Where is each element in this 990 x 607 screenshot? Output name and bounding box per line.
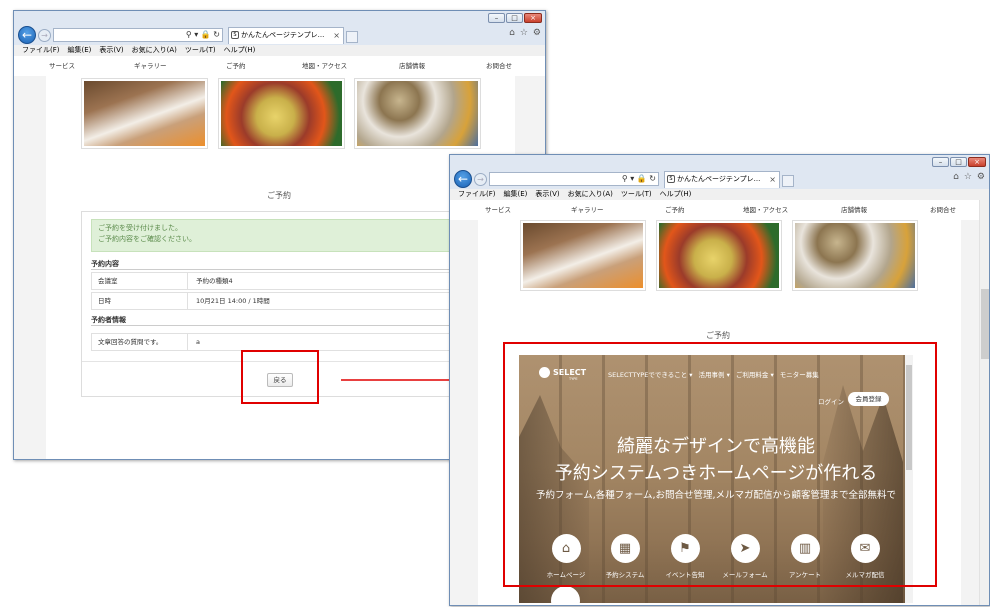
tab-close-icon[interactable]: × xyxy=(769,172,776,187)
page-side-margin-left xyxy=(14,76,46,459)
gallery-photo-cake[interactable] xyxy=(81,78,208,149)
address-tools-icon[interactable]: ⚲ ▾ 🔒 ↻ xyxy=(186,29,220,41)
address-bar[interactable]: ⚲ ▾ 🔒 ↻ xyxy=(53,28,223,42)
maximize-button[interactable]: □ xyxy=(506,13,523,23)
gallery-photo-cake[interactable] xyxy=(520,220,646,291)
site-nav: サービス ギャラリー ご予約 地図・アクセス 店舗情報 お問合せ xyxy=(14,56,545,76)
back-arrow-icon[interactable]: ← xyxy=(454,170,472,188)
row-value: 予約の種類4 xyxy=(196,277,233,285)
highlight-box-embedded-page xyxy=(503,342,937,587)
menu-help[interactable]: ヘルプ(H) xyxy=(224,45,256,56)
site-favicon-icon: S xyxy=(231,31,239,39)
table-row: 会議室 予約の種類4 xyxy=(91,272,500,290)
nav-service[interactable]: サービス xyxy=(485,200,511,220)
site-nav: サービス ギャラリー ご予約 地図・アクセス 店舗情報 お問合せ xyxy=(450,200,989,220)
address-tools-icon[interactable]: ⚲ ▾ 🔒 ↻ xyxy=(622,173,656,185)
section-title-reservation: ご予約 xyxy=(706,331,730,340)
home-icon[interactable]: ⌂ xyxy=(509,28,515,38)
page-side-margin-right xyxy=(961,220,979,605)
nav-service[interactable]: サービス xyxy=(49,56,75,76)
table-row: 文章回答の質問です。 a xyxy=(91,333,500,351)
window-controls: – □ × xyxy=(488,13,542,23)
browser-right-tools: ⌂ ☆ ⚙ xyxy=(953,172,985,182)
nav-access[interactable]: 地図・アクセス xyxy=(743,200,788,220)
nav-contact[interactable]: お問合せ xyxy=(930,200,956,220)
home-icon[interactable]: ⌂ xyxy=(953,172,959,182)
menu-favorites[interactable]: お気に入り(A) xyxy=(132,45,177,56)
tab-close-icon[interactable]: × xyxy=(333,28,340,43)
nav-access[interactable]: 地図・アクセス xyxy=(302,56,347,76)
nav-store-info[interactable]: 店舗情報 xyxy=(399,56,425,76)
nav-reservation[interactable]: ご予約 xyxy=(665,200,685,220)
minimize-button[interactable]: – xyxy=(932,157,949,167)
back-arrow-icon[interactable]: ← xyxy=(18,26,36,44)
tab-title: かんたんページテンプレ... xyxy=(677,175,761,183)
forward-arrow-icon[interactable]: → xyxy=(38,29,51,42)
browser-tab[interactable]: S かんたんページテンプレ... × xyxy=(664,171,780,188)
address-bar[interactable]: ⚲ ▾ 🔒 ↻ xyxy=(489,172,659,186)
menu-tools[interactable]: ツール(T) xyxy=(185,45,216,56)
nav-gallery[interactable]: ギャラリー xyxy=(134,56,167,76)
page-scrollbar[interactable] xyxy=(979,200,989,605)
booker-heading: 予約者情報 xyxy=(91,316,126,324)
close-window-button[interactable]: × xyxy=(524,13,542,23)
star-icon[interactable]: ☆ xyxy=(520,28,528,38)
menu-help[interactable]: ヘルプ(H) xyxy=(660,189,692,200)
menu-edit[interactable]: 編集(E) xyxy=(68,45,92,56)
menu-favorites[interactable]: お気に入り(A) xyxy=(568,189,613,200)
menu-tools[interactable]: ツール(T) xyxy=(621,189,652,200)
tab-title: かんたんページテンプレ... xyxy=(241,31,325,39)
row-value: 10月21日 14:00 / 1時間 xyxy=(196,297,270,305)
gallery-photo-soup[interactable] xyxy=(792,220,918,291)
details-heading: 予約内容 xyxy=(91,260,119,268)
nav-reservation[interactable]: ご予約 xyxy=(226,56,246,76)
alert-line-2: ご予約内容をご確認ください。 xyxy=(98,235,196,243)
highlight-box-back-button xyxy=(241,350,319,404)
row-label: 文章回答の質問です。 xyxy=(92,334,188,350)
forward-arrow-icon[interactable]: → xyxy=(474,173,487,186)
menu-file[interactable]: ファイル(F) xyxy=(458,189,496,200)
row-label: 会議室 xyxy=(92,273,188,289)
nav-gallery[interactable]: ギャラリー xyxy=(571,200,604,220)
menu-edit[interactable]: 編集(E) xyxy=(504,189,528,200)
alert-line-1: ご予約を受け付けました。 xyxy=(98,224,182,232)
browser-toolbar: ← → ⚲ ▾ 🔒 ↻ S かんたんページテンプレ... × ⌂ ☆ ⚙ xyxy=(450,169,989,189)
new-tab-button[interactable] xyxy=(782,175,794,187)
divider xyxy=(91,269,500,270)
site-favicon-icon: S xyxy=(667,175,675,183)
divider xyxy=(91,325,500,326)
row-label: 日時 xyxy=(92,293,188,309)
nav-contact[interactable]: お問合せ xyxy=(486,56,512,76)
section-title-reservation: ご予約 xyxy=(267,191,291,200)
close-window-button[interactable]: × xyxy=(968,157,986,167)
row-value: a xyxy=(196,338,200,346)
star-icon[interactable]: ☆ xyxy=(964,172,972,182)
menu-view[interactable]: 表示(V) xyxy=(99,45,123,56)
gallery-photo-soup[interactable] xyxy=(354,78,481,149)
menu-view[interactable]: 表示(V) xyxy=(535,189,559,200)
menu-bar: ファイル(F) 編集(E) 表示(V) お気に入り(A) ツール(T) ヘルプ(… xyxy=(14,45,545,56)
scrollbar-thumb[interactable] xyxy=(981,289,989,359)
table-row: 日時 10月21日 14:00 / 1時間 xyxy=(91,292,500,310)
page-side-margin-left xyxy=(450,220,478,605)
gear-icon[interactable]: ⚙ xyxy=(533,28,541,38)
menu-file[interactable]: ファイル(F) xyxy=(22,45,60,56)
success-alert: ご予約を受け付けました。 ご予約内容をご確認ください。 xyxy=(91,219,493,252)
maximize-button[interactable]: □ xyxy=(950,157,967,167)
minimize-button[interactable]: – xyxy=(488,13,505,23)
browser-tab[interactable]: S かんたんページテンプレ... × xyxy=(228,27,344,44)
menu-bar: ファイル(F) 編集(E) 表示(V) お気に入り(A) ツール(T) ヘルプ(… xyxy=(450,189,989,200)
window-controls: – □ × xyxy=(932,157,986,167)
gallery-photo-salad[interactable] xyxy=(218,78,345,149)
gallery-photo-salad[interactable] xyxy=(656,220,782,291)
browser-right-tools: ⌂ ☆ ⚙ xyxy=(509,28,541,38)
browser-toolbar: ← → ⚲ ▾ 🔒 ↻ S かんたんページテンプレ... × ⌂ ☆ ⚙ xyxy=(14,25,545,45)
new-tab-button[interactable] xyxy=(346,31,358,43)
nav-store-info[interactable]: 店舗情報 xyxy=(841,200,867,220)
gear-icon[interactable]: ⚙ xyxy=(977,172,985,182)
